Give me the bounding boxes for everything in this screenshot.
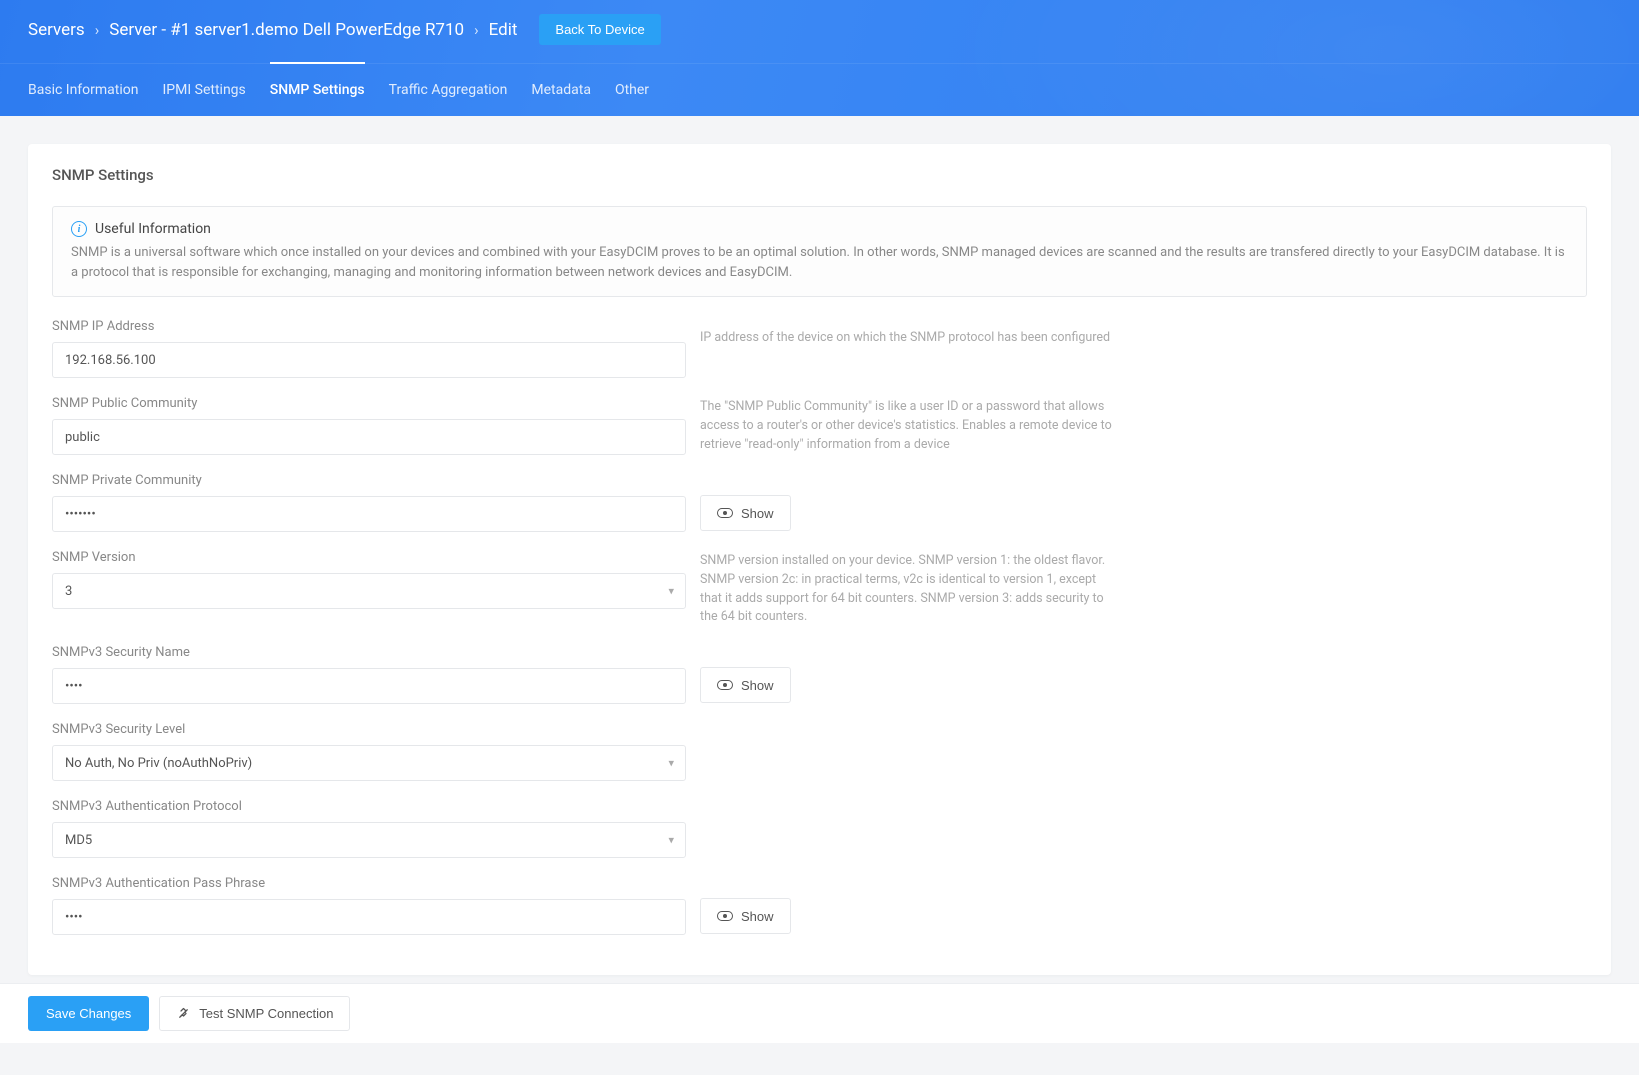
snmp-settings-card: SNMP Settings i Useful Information SNMP …	[28, 144, 1611, 975]
snmpv3-secname-input[interactable]	[52, 668, 686, 704]
snmpv3-authproto-select[interactable]: MD5	[52, 822, 686, 858]
tab-snmp-settings[interactable]: SNMP Settings	[270, 62, 365, 116]
info-text: SNMP is a universal software which once …	[71, 243, 1568, 282]
breadcrumb-server[interactable]: Server - #1 server1.demo Dell PowerEdge …	[109, 20, 464, 40]
snmp-public-help: The "SNMP Public Community" is like a us…	[700, 396, 1120, 454]
snmpv3-seclevel-select[interactable]: No Auth, No Priv (noAuthNoPriv)	[52, 745, 686, 781]
snmp-version-label: SNMP Version	[52, 550, 686, 565]
snmpv3-authpass-label: SNMPv3 Authentication Pass Phrase	[52, 876, 686, 891]
footer-actions: Save Changes Test SNMP Connection	[0, 983, 1639, 1043]
snmp-public-label: SNMP Public Community	[52, 396, 686, 411]
chevron-right-icon: ›	[95, 21, 100, 39]
show-private-button[interactable]: Show	[700, 495, 791, 531]
snmpv3-seclevel-label: SNMPv3 Security Level	[52, 722, 686, 737]
snmpv3-authproto-label: SNMPv3 Authentication Protocol	[52, 799, 686, 814]
snmpv3-authpass-input[interactable]	[52, 899, 686, 935]
section-title: SNMP Settings	[52, 166, 1587, 184]
test-snmp-label: Test SNMP Connection	[199, 1006, 333, 1021]
snmp-private-input[interactable]	[52, 496, 686, 532]
tab-basic-information[interactable]: Basic Information	[28, 62, 139, 116]
snmp-ip-label: SNMP IP Address	[52, 319, 686, 334]
show-label: Show	[741, 678, 774, 693]
tab-metadata[interactable]: Metadata	[531, 62, 591, 116]
back-to-device-button[interactable]: Back To Device	[539, 14, 660, 45]
show-label: Show	[741, 506, 774, 521]
breadcrumb: Servers › Server - #1 server1.demo Dell …	[0, 0, 1639, 64]
snmpv3-secname-label: SNMPv3 Security Name	[52, 645, 686, 660]
eye-icon	[717, 508, 733, 518]
show-label: Show	[741, 909, 774, 924]
snmp-version-select[interactable]: 3	[52, 573, 686, 609]
snmp-private-label: SNMP Private Community	[52, 473, 686, 488]
info-icon: i	[71, 221, 87, 237]
save-changes-button[interactable]: Save Changes	[28, 996, 149, 1031]
tabs: Basic Information IPMI Settings SNMP Set…	[0, 64, 1639, 116]
breadcrumb-root[interactable]: Servers	[28, 20, 85, 40]
breadcrumb-current: Edit	[489, 20, 518, 40]
snmp-ip-input[interactable]	[52, 342, 686, 378]
chevron-right-icon: ›	[474, 21, 479, 39]
tab-other[interactable]: Other	[615, 62, 649, 116]
eye-icon	[717, 680, 733, 690]
eye-icon	[717, 911, 733, 921]
info-title: Useful Information	[95, 221, 211, 237]
tab-traffic-aggregation[interactable]: Traffic Aggregation	[389, 62, 508, 116]
snmp-version-help: SNMP version installed on your device. S…	[700, 550, 1120, 627]
snmp-public-input[interactable]	[52, 419, 686, 455]
info-box: i Useful Information SNMP is a universal…	[52, 206, 1587, 297]
page-header: Servers › Server - #1 server1.demo Dell …	[0, 0, 1639, 116]
plug-icon	[176, 1006, 191, 1021]
show-secname-button[interactable]: Show	[700, 667, 791, 703]
show-authpass-button[interactable]: Show	[700, 898, 791, 934]
snmp-ip-help: IP address of the device on which the SN…	[700, 319, 1110, 348]
tab-ipmi-settings[interactable]: IPMI Settings	[163, 62, 246, 116]
test-snmp-button[interactable]: Test SNMP Connection	[159, 996, 350, 1031]
